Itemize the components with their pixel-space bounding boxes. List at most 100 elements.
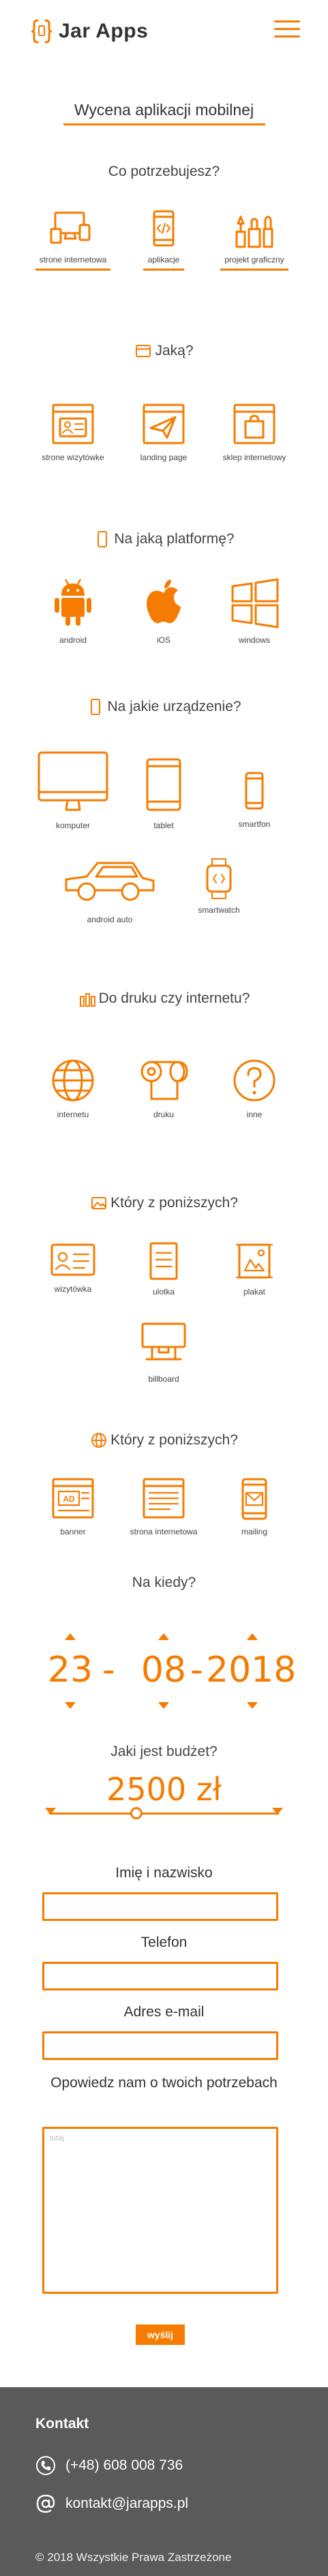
budget-slider-track[interactable] (49, 1813, 279, 1815)
how-title-text: Jaką? (155, 343, 194, 359)
month-up-arrow[interactable] (158, 1633, 169, 1640)
message-field[interactable] (42, 2127, 278, 2294)
budget-slider-knob[interactable] (130, 1807, 143, 1819)
hamburger-menu-icon[interactable] (274, 19, 300, 40)
option-smartwatch[interactable]: smartwatch (175, 858, 263, 915)
date-separator: - (190, 1650, 203, 1691)
when-title: Na kiedy? (0, 1575, 328, 1591)
day-value[interactable]: 23 (36, 1650, 104, 1691)
footer-email[interactable]: kontakt@jarapps.pl (35, 2494, 188, 2514)
day-up-arrow[interactable] (65, 1633, 76, 1640)
option-billboard[interactable]: billboard (119, 1321, 208, 1384)
send-button[interactable]: wyślij (136, 2324, 185, 2345)
option-poster[interactable]: plakat (210, 1241, 299, 1297)
name-field[interactable] (42, 1892, 278, 1921)
footer: Kontakt (+48) 608 008 736 kontakt@jarapp… (0, 2387, 328, 2576)
svg-text:AD: AD (63, 1494, 75, 1504)
option-label: windows (238, 635, 271, 645)
graphic-tools-icon (235, 215, 273, 248)
phone-label: Telefon (140, 1935, 188, 1950)
print-type-title: Który z poniższych? (0, 1194, 328, 1212)
title-underline (63, 123, 265, 125)
month-down-arrow[interactable] (158, 1702, 169, 1709)
option-website[interactable]: strone internetowa (29, 209, 117, 271)
platform-title-text: Na jaką platformę? (114, 531, 235, 547)
option-print[interactable]: druku (119, 1057, 208, 1119)
phone-field[interactable] (42, 1962, 278, 1990)
globe-small-icon (91, 1433, 107, 1448)
option-android[interactable]: android (29, 575, 117, 645)
option-mailing[interactable]: mailing (210, 1476, 299, 1536)
paper-plane-page-icon (143, 404, 185, 444)
year-up-arrow[interactable] (247, 1633, 258, 1640)
option-label: druku (153, 1110, 175, 1119)
smartwatch-icon (206, 858, 232, 899)
phone-small-icon (98, 531, 108, 547)
billboard-icon (141, 1322, 186, 1361)
devices-title-text: Na jakie urządzenie? (107, 699, 241, 714)
how-title: Jaką? (0, 342, 328, 360)
when-title-text: Na kiedy? (132, 1575, 196, 1590)
option-other[interactable]: inne (210, 1057, 299, 1119)
header: Jar Apps (0, 0, 328, 61)
image-small-icon (91, 1197, 107, 1209)
option-label: sklep internetowy (222, 453, 286, 462)
option-apps[interactable]: aplikacje (119, 209, 208, 271)
option-label: android (59, 635, 87, 645)
year-down-arrow[interactable] (247, 1702, 258, 1709)
paper-roll-icon (140, 1061, 188, 1100)
option-label: strona internetowa (130, 1527, 198, 1536)
option-label: wizytówka (54, 1284, 92, 1294)
budget-title-text: Jaki jest budżet? (110, 1744, 218, 1759)
logo[interactable]: Jar Apps (31, 18, 148, 45)
android-icon (55, 579, 91, 626)
option-tablet[interactable]: tablet (119, 757, 208, 830)
selected-underline (143, 269, 184, 271)
option-business-page[interactable]: strone wizytówke (29, 402, 117, 462)
phone-icon (36, 2456, 55, 2475)
option-android-auto[interactable]: android auto (65, 858, 155, 924)
apple-icon (147, 579, 181, 624)
option-label: internetu (57, 1110, 89, 1119)
year-value[interactable]: 2018 (206, 1650, 296, 1691)
option-webpage[interactable]: strona internetowa (119, 1476, 208, 1536)
print-type-title-text: Który z poniższych? (110, 1195, 238, 1211)
copyright: © 2018 Wszystkie Prawa Zastrzeżone (35, 2551, 232, 2564)
option-internet[interactable]: internetu (29, 1057, 117, 1119)
footer-email-text: kontakt@jarapps.pl (65, 2496, 189, 2511)
option-label: iOS (156, 635, 170, 645)
option-windows[interactable]: windows (210, 575, 299, 645)
email-field[interactable] (42, 2031, 278, 2060)
web-type-title-text: Który z poniższych? (110, 1432, 238, 1448)
message-label: Opowiedz nam o twoich potrzebach (50, 2075, 278, 2091)
day-down-arrow[interactable] (65, 1702, 76, 1709)
option-business-card[interactable]: wizytówka (29, 1241, 117, 1294)
needs-title-text: Co potrzebujesz? (108, 164, 220, 179)
option-smartphone[interactable]: smartfon (210, 770, 299, 829)
monitor-icon (38, 751, 108, 811)
print-title-text: Do druku czy internetu? (98, 990, 250, 1006)
footer-phone-text: (+48) 608 008 736 (65, 2457, 183, 2473)
page-title: Wycena aplikacji mobilnej (74, 101, 254, 119)
option-computer[interactable]: komputer (29, 750, 117, 830)
webpage-icon (143, 1478, 185, 1519)
question-icon (233, 1059, 275, 1102)
option-landing-page[interactable]: landing page (119, 402, 208, 462)
option-label: projekt graficzny (224, 255, 284, 264)
web-type-title: Który z poniższych? (0, 1431, 328, 1449)
option-ios[interactable]: iOS (119, 575, 208, 645)
option-leaflet[interactable]: ulotka (119, 1241, 208, 1297)
selected-underline (35, 269, 110, 271)
mail-phone-icon (241, 1478, 267, 1520)
brand-name: Jar Apps (59, 20, 149, 42)
option-label: billboard (148, 1374, 179, 1384)
option-banner[interactable]: AD banner (29, 1476, 117, 1536)
footer-phone[interactable]: (+48) 608 008 736 (35, 2455, 183, 2476)
option-graphic[interactable]: projekt graficzny (210, 209, 299, 271)
option-shop[interactable]: sklep internetowy (210, 402, 299, 462)
poster-icon (235, 1243, 273, 1279)
browser-window-icon (136, 345, 151, 357)
month-value[interactable]: 08 (130, 1650, 198, 1691)
at-sign-icon (36, 2494, 55, 2513)
selected-underline (220, 269, 288, 271)
